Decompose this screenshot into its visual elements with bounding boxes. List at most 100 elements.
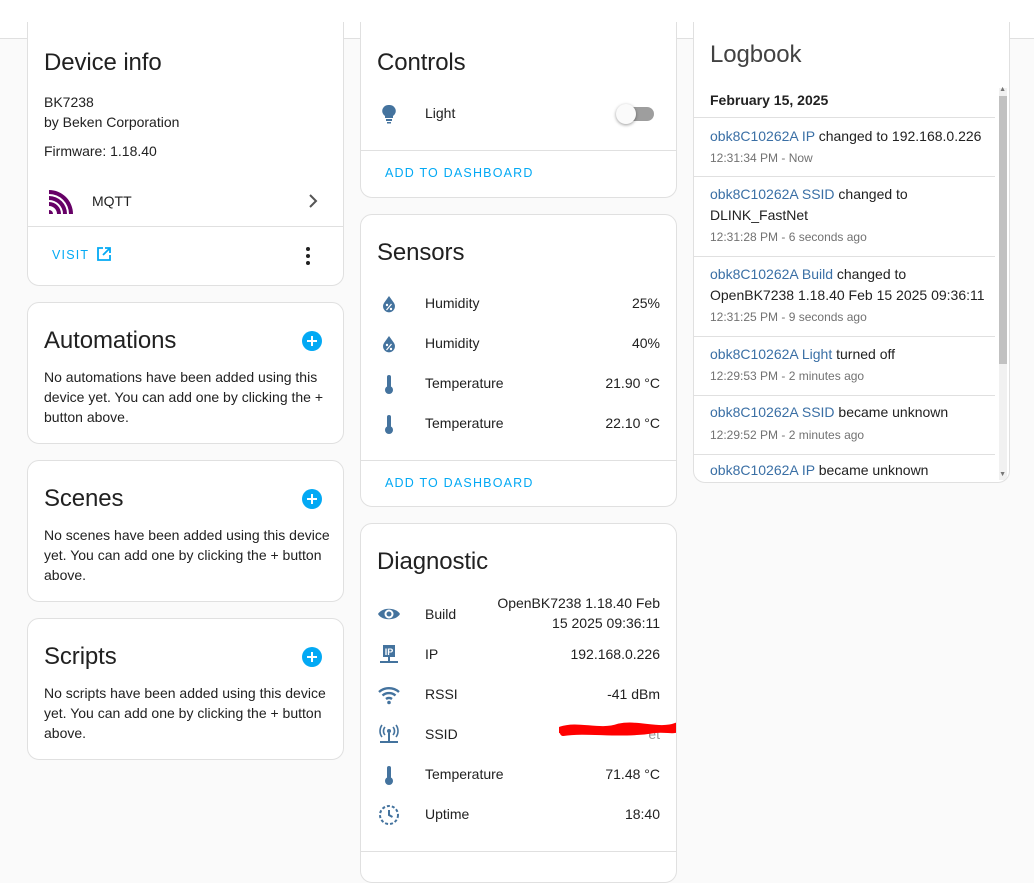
scenes-card: Scenes No scenes have been added using t…	[27, 460, 344, 602]
light-toggle[interactable]	[616, 104, 656, 124]
diag-value-temperature: 71.48 °C	[605, 766, 660, 782]
device-info-card: Device info BK7238 by Beken Corporation …	[27, 22, 344, 286]
diag-label-ip: IP	[425, 646, 439, 662]
automations-title: Automations	[44, 327, 177, 354]
water-percent-icon	[377, 292, 401, 316]
water-percent-icon	[377, 332, 401, 356]
controls-divider	[361, 150, 676, 151]
sensor-row-humidity-2[interactable]: Humidity 40%	[361, 324, 676, 364]
diag-row-temperature[interactable]: Temperature 71.48 °C	[361, 755, 676, 795]
log-entity-link[interactable]: obk8C10262A SSID	[710, 186, 835, 202]
light-label: Light	[425, 105, 456, 121]
logbook-date-header: February 15, 2025	[710, 92, 829, 108]
scripts-card: Scripts No scripts have been added using…	[27, 618, 344, 760]
device-model: BK7238	[44, 94, 94, 110]
log-message: became unknown	[814, 462, 929, 478]
log-message: changed to 192.168.0.226	[814, 128, 982, 144]
logbook-title: Logbook	[710, 41, 802, 68]
add-automation-button[interactable]	[302, 331, 322, 351]
device-info-divider	[28, 226, 343, 227]
light-row[interactable]: Light	[361, 94, 676, 134]
sensor-label: Temperature	[425, 415, 504, 431]
scroll-down-arrow-icon[interactable]: ▼	[999, 471, 1006, 478]
controls-card: Controls Light ADD TO DASHBOARD	[360, 22, 677, 198]
sensor-value: 40%	[631, 335, 660, 351]
ip-network-icon: IP	[377, 643, 401, 667]
diag-label-ssid: SSID	[425, 726, 458, 742]
log-entry: obk8C10262A IP changed to 192.168.0.226 …	[694, 117, 995, 177]
integration-label: MQTT	[92, 193, 132, 209]
diag-value-rssi: -41 dBm	[607, 686, 660, 702]
log-entry-text: obk8C10262A IP became unknown	[710, 460, 985, 481]
add-script-button[interactable]	[302, 647, 322, 667]
log-entry-text: obk8C10262A SSID changed to DLINK_FastNe…	[710, 184, 985, 226]
open-in-new-icon	[96, 246, 112, 267]
diag-label-temperature: Temperature	[425, 766, 504, 782]
sensor-label: Temperature	[425, 375, 504, 391]
sensor-value: 22.10 °C	[605, 415, 660, 431]
eye-icon	[377, 602, 401, 626]
diag-row-rssi[interactable]: RSSI -41 dBm	[361, 675, 676, 715]
more-vert-icon[interactable]	[305, 246, 311, 266]
diag-value-build-line1: OpenBK7238 1.18.40 Feb	[497, 595, 660, 611]
log-time: 12:29:53 PM - 2 minutes ago	[710, 369, 865, 383]
device-info-title: Device info	[44, 49, 162, 76]
log-entity-link[interactable]: obk8C10262A SSID	[710, 404, 835, 420]
log-entry: obk8C10262A IP became unknown	[694, 455, 995, 482]
logbook-card: Logbook February 15, 2025 obk8C10262A IP…	[693, 22, 1010, 483]
clock-history-icon	[377, 803, 401, 827]
diag-row-ssid[interactable]: SSID et	[361, 715, 676, 755]
log-entity-link[interactable]: obk8C10262A IP	[710, 462, 815, 478]
diagnostic-divider	[361, 851, 676, 852]
diag-row-uptime[interactable]: Uptime 18:40	[361, 795, 676, 835]
sensor-value: 25%	[631, 295, 660, 311]
sensor-row-temperature-1[interactable]: Temperature 21.90 °C	[361, 364, 676, 404]
integration-mqtt-row[interactable]: MQTT	[28, 180, 343, 224]
log-entry-text: obk8C10262A SSID became unknown	[710, 402, 985, 423]
scroll-up-arrow-icon[interactable]: ▲	[999, 86, 1006, 93]
visit-button[interactable]: VISIT	[44, 240, 124, 270]
sensors-card: Sensors Humidity 25% Humidity 40% Temper…	[360, 214, 677, 507]
log-entry-text: obk8C10262A Light turned off	[710, 344, 985, 365]
log-message: became unknown	[834, 404, 949, 420]
svg-text:IP: IP	[385, 647, 394, 657]
log-entry: obk8C10262A SSID became unknown 12:29:52…	[694, 396, 995, 455]
device-manufacturer: by Beken Corporation	[44, 114, 180, 130]
device-firmware: Firmware: 1.18.40	[44, 143, 157, 159]
log-entity-link[interactable]: obk8C10262A IP	[710, 128, 815, 144]
log-entity-link[interactable]: obk8C10262A Light	[710, 346, 832, 362]
log-time: 12:31:25 PM - 9 seconds ago	[710, 310, 867, 324]
sensors-title: Sensors	[377, 239, 465, 266]
controls-title: Controls	[377, 49, 466, 76]
thermometer-icon	[377, 412, 401, 436]
scenes-empty-text: No scenes have been added using this dev…	[44, 527, 330, 583]
log-entry: obk8C10262A Build changed to OpenBK7238 …	[694, 257, 995, 337]
thermometer-icon	[377, 372, 401, 396]
access-point-network-icon	[377, 723, 401, 747]
add-scene-button[interactable]	[302, 489, 322, 509]
log-time: 12:29:52 PM - 2 minutes ago	[710, 428, 865, 442]
wifi-icon	[377, 683, 401, 707]
controls-add-to-dashboard-button[interactable]: ADD TO DASHBOARD	[385, 166, 534, 180]
visit-label: VISIT	[52, 248, 90, 262]
sensors-divider	[361, 460, 676, 461]
sensor-row-humidity-1[interactable]: Humidity 25%	[361, 284, 676, 324]
diag-row-ip[interactable]: IP IP 192.168.0.226	[361, 635, 676, 675]
diagnostic-card: Diagnostic Build OpenBK7238 1.18.40 Feb …	[360, 523, 677, 883]
toggle-knob	[616, 104, 636, 124]
sensor-row-temperature-2[interactable]: Temperature 22.10 °C	[361, 404, 676, 444]
log-time: 12:31:34 PM - Now	[710, 151, 813, 165]
sensor-value: 21.90 °C	[605, 375, 660, 391]
diag-value-uptime: 18:40	[624, 806, 660, 822]
sensors-add-to-dashboard-button[interactable]: ADD TO DASHBOARD	[385, 476, 534, 490]
log-message: turned off	[832, 346, 896, 362]
logbook-scrollbar-thumb[interactable]	[999, 96, 1007, 364]
scripts-title: Scripts	[44, 643, 117, 670]
log-entry: obk8C10262A SSID changed to DLINK_FastNe…	[694, 177, 995, 257]
log-entity-link[interactable]: obk8C10262A Build	[710, 266, 833, 282]
lightbulb-icon	[377, 102, 401, 126]
diag-row-build[interactable]: Build OpenBK7238 1.18.40 Feb 15 2025 09:…	[361, 592, 676, 636]
diag-value-build-line2: 15 2025 09:36:11	[552, 615, 660, 631]
diag-label-build: Build	[425, 606, 457, 622]
thermometer-icon	[377, 763, 401, 787]
